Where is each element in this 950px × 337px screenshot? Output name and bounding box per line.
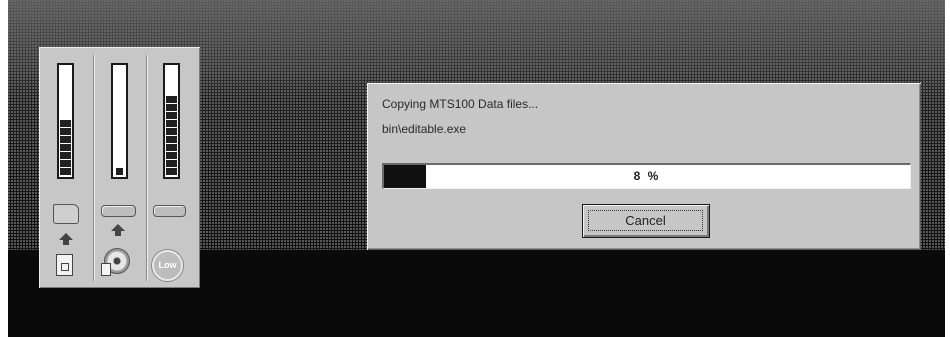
meter-segment	[166, 160, 177, 167]
meter-segment	[60, 128, 71, 135]
copy-status-text: Copying MTS100 Data files...	[382, 97, 539, 111]
meter-segment	[60, 160, 71, 167]
meter-segment	[60, 120, 71, 127]
meter-segment	[166, 112, 177, 119]
gauge-divider	[146, 55, 148, 281]
meter-segment	[166, 96, 177, 103]
source-disk-meter	[111, 63, 128, 179]
current-file-text: bin\editable.exe	[382, 122, 467, 136]
progress-percent-label: 8 %	[633, 169, 661, 183]
meter-segment	[60, 136, 71, 143]
destination-disk-meter	[57, 63, 74, 179]
meter-segment	[166, 104, 177, 111]
folder-icon	[53, 204, 79, 224]
memory-meter	[163, 63, 180, 179]
up-arrow-icon	[111, 224, 125, 236]
meter-segment	[116, 168, 123, 175]
gauge-divider	[93, 55, 95, 281]
disk-gauge-panel: Low	[39, 47, 200, 288]
up-arrow-icon	[59, 233, 73, 245]
floppy-icon	[101, 263, 111, 276]
low-memory-badge: Low	[152, 250, 183, 281]
meter-segment	[60, 152, 71, 159]
meter-segment	[166, 120, 177, 127]
meter-segment	[60, 144, 71, 151]
cancel-button[interactable]: Cancel	[582, 204, 710, 238]
meter-segment	[166, 144, 177, 151]
copy-progress-dialog: Copying MTS100 Data files... bin\editabl…	[367, 83, 921, 250]
drive-slot-icon	[101, 205, 136, 217]
document-icon	[56, 254, 73, 276]
meter-segment	[166, 136, 177, 143]
meter-segment	[166, 152, 177, 159]
meter-segment	[166, 168, 177, 175]
cancel-button-label: Cancel	[588, 210, 703, 231]
meter-segment	[166, 128, 177, 135]
memory-slot-icon	[153, 205, 186, 217]
copy-progress-bar: 8 %	[382, 163, 911, 189]
meter-segment	[60, 168, 71, 175]
